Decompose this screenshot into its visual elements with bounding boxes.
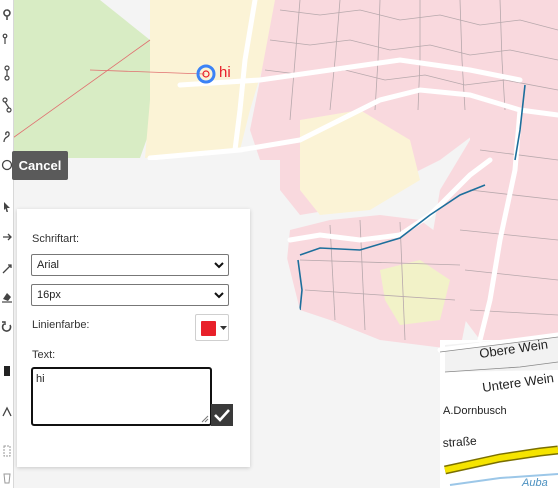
draw-polyline-icon[interactable] (0, 62, 13, 84)
draw-point-icon[interactable] (0, 4, 13, 26)
text-style-panel: Schriftart: Arial 16px Linienfarbe: Text… (17, 209, 250, 467)
erase-icon[interactable] (0, 286, 13, 308)
paste-icon[interactable] (0, 440, 13, 462)
cancel-button[interactable]: Cancel (12, 151, 68, 180)
drawing-toolbar (0, 0, 14, 488)
line-color-picker[interactable] (195, 314, 229, 341)
undo-icon[interactable] (0, 316, 13, 338)
chevron-down-icon (214, 262, 224, 269)
street-label-auba: Auba (521, 477, 548, 488)
select-icon[interactable] (0, 196, 13, 218)
text-label: Text: (32, 349, 56, 361)
checkmark-icon (214, 409, 230, 422)
font-size-select[interactable]: 16px (31, 284, 229, 306)
draw-freehand-icon[interactable] (0, 126, 13, 148)
draw-path-icon[interactable] (0, 94, 13, 116)
font-select[interactable]: Arial (31, 254, 229, 276)
resize-handle-icon[interactable] (201, 415, 209, 423)
delete-icon[interactable] (0, 466, 13, 488)
street-label-strasse: straße (442, 434, 477, 450)
font-size-value: 16px (37, 289, 61, 301)
move-icon[interactable] (0, 226, 13, 248)
measure-icon[interactable] (0, 400, 13, 422)
draw-line-icon[interactable] (0, 28, 13, 50)
rotate-icon[interactable] (0, 258, 13, 280)
snap-icon[interactable] (0, 360, 13, 382)
font-label: Schriftart: (32, 233, 80, 245)
caret-down-icon (220, 326, 227, 330)
text-input-value: hi (36, 373, 45, 385)
color-swatch (201, 321, 216, 336)
font-select-value: Arial (37, 259, 60, 271)
line-color-label: Linienfarbe: (32, 319, 90, 331)
annotation-text-label: hi (219, 64, 231, 81)
street-label-dornbusch: A.Dornbusch (443, 405, 507, 417)
text-input[interactable]: hi (31, 367, 212, 426)
chevron-down-icon (214, 292, 224, 299)
confirm-button[interactable] (211, 404, 233, 426)
